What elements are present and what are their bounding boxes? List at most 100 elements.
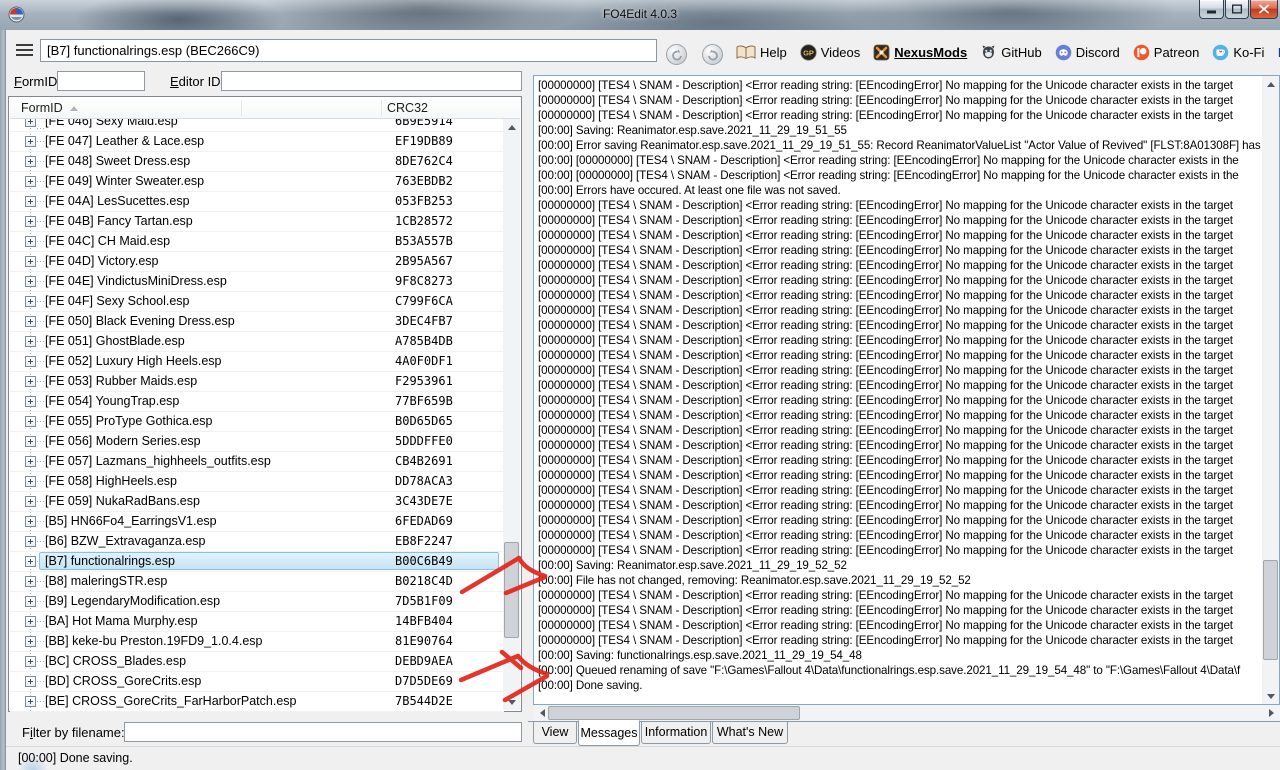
table-row[interactable]: [FE 04E] VindictusMiniDress.esp9F8C8273 bbox=[10, 272, 504, 292]
expand-plus-icon[interactable] bbox=[25, 316, 36, 327]
scroll-up-icon[interactable] bbox=[1262, 76, 1279, 93]
expand-plus-icon[interactable] bbox=[25, 296, 36, 307]
table-row[interactable]: [FE 058] HighHeels.espDD78ACA3 bbox=[10, 472, 504, 492]
expand-plus-icon[interactable] bbox=[25, 336, 36, 347]
expand-plus-icon[interactable] bbox=[25, 676, 36, 687]
filter-by-filename-input[interactable] bbox=[124, 722, 522, 742]
table-row[interactable]: [BA] Hot Mama Murphy.esp14BFB404 bbox=[10, 612, 504, 632]
expand-plus-icon[interactable] bbox=[25, 556, 36, 567]
videos-link[interactable]: GP Videos bbox=[800, 44, 861, 61]
table-row[interactable]: [FE 04B] Fancy Tartan.esp1CB28572 bbox=[10, 212, 504, 232]
table-row[interactable]: [FE 051] GhostBlade.espA785B4DB bbox=[10, 332, 504, 352]
tab-messages[interactable]: Messages bbox=[578, 720, 640, 746]
expand-plus-icon[interactable] bbox=[25, 176, 36, 187]
expand-plus-icon[interactable] bbox=[25, 236, 36, 247]
table-row[interactable]: [FE 04F] Sexy School.espC799F6CA bbox=[10, 292, 504, 312]
expand-plus-icon[interactable] bbox=[25, 196, 36, 207]
expand-plus-icon[interactable] bbox=[25, 536, 36, 547]
expand-plus-icon[interactable] bbox=[25, 696, 36, 707]
scrollbar-thumb[interactable] bbox=[1263, 560, 1278, 660]
minimize-button[interactable] bbox=[1199, 0, 1224, 19]
table-row[interactable]: [BE] CROSS_GoreCrits_FarHarborPatch.esp7… bbox=[10, 692, 504, 712]
expand-plus-icon[interactable] bbox=[25, 356, 36, 367]
table-row[interactable]: [FE 048] Sweet Dress.esp8DE762C4 bbox=[10, 152, 504, 172]
back-button[interactable] bbox=[666, 44, 687, 65]
expand-plus-icon[interactable] bbox=[25, 376, 36, 387]
expand-plus-icon[interactable] bbox=[25, 656, 36, 667]
expand-plus-icon[interactable] bbox=[25, 119, 36, 127]
expand-plus-icon[interactable] bbox=[25, 216, 36, 227]
plugin-name: [FE 058] HighHeels.esp bbox=[45, 472, 177, 491]
table-row[interactable]: [FE 04D] Victory.esp2B95A567 bbox=[10, 252, 504, 272]
expand-plus-icon[interactable] bbox=[25, 436, 36, 447]
expand-plus-icon[interactable] bbox=[25, 596, 36, 607]
expand-plus-icon[interactable] bbox=[25, 616, 36, 627]
messages-log[interactable]: [00000000] [TES4 \ SNAM - Description] <… bbox=[533, 75, 1280, 705]
column-header-formid[interactable]: FormID bbox=[21, 101, 63, 115]
table-row[interactable]: [BD] CROSS_GoreCrits.espD7D5DE69 bbox=[10, 672, 504, 692]
help-link[interactable]: Help bbox=[736, 45, 787, 60]
table-row[interactable]: [B8] maleringSTR.espB0218C4D bbox=[10, 572, 504, 592]
table-row[interactable]: [FE 053] Rubber Maids.espF2953961 bbox=[10, 372, 504, 392]
tree-scrollbar[interactable] bbox=[503, 119, 520, 710]
table-row[interactable]: [FE 055] ProType Gothica.espB0D65D65 bbox=[10, 412, 504, 432]
formid-input[interactable] bbox=[57, 71, 145, 91]
scroll-down-icon[interactable] bbox=[1262, 687, 1279, 704]
table-row[interactable]: [B5] HN66Fo4_EarringsV1.esp6FEDAD69 bbox=[10, 512, 504, 532]
table-row[interactable]: [FE 049] Winter Sweater.esp763EBDB2 bbox=[10, 172, 504, 192]
tab-view[interactable]: View bbox=[533, 722, 577, 744]
table-row[interactable]: [FE 052] Luxury High Heels.esp4A0F0DF1 bbox=[10, 352, 504, 372]
scroll-down-icon[interactable] bbox=[503, 693, 520, 710]
log-lines: [00000000] [TES4 \ SNAM - Description] <… bbox=[538, 78, 1261, 693]
table-row[interactable]: [FE 04A] LesSucettes.esp053FB253 bbox=[10, 192, 504, 212]
table-row[interactable]: [FE 047] Leather & Lace.espEF19DB89 bbox=[10, 132, 504, 152]
scrollbar-thumb[interactable] bbox=[504, 542, 519, 638]
table-row[interactable]: [B9] LegendaryModification.esp7D5B1F09 bbox=[10, 592, 504, 612]
expand-plus-icon[interactable] bbox=[25, 276, 36, 287]
maximize-button[interactable] bbox=[1225, 0, 1249, 19]
editorid-input[interactable] bbox=[221, 71, 522, 91]
expand-plus-icon[interactable] bbox=[25, 156, 36, 167]
tree-header[interactable]: FormID CRC32 bbox=[10, 98, 520, 119]
log-vertical-scrollbar[interactable] bbox=[1262, 76, 1279, 704]
forward-button[interactable] bbox=[702, 44, 723, 65]
github-link[interactable]: GitHub bbox=[980, 44, 1041, 61]
expand-plus-icon[interactable] bbox=[25, 516, 36, 527]
table-row[interactable]: [B7] functionalrings.espB00C6B49 bbox=[10, 552, 504, 572]
expand-plus-icon[interactable] bbox=[25, 576, 36, 587]
table-row[interactable]: [FE 054] YoungTrap.esp77BF659B bbox=[10, 392, 504, 412]
expand-plus-icon[interactable] bbox=[25, 256, 36, 267]
expand-plus-icon[interactable] bbox=[25, 636, 36, 647]
close-button[interactable] bbox=[1250, 0, 1278, 19]
table-row[interactable]: [B6] BZW_Extravaganza.espEB8F2247 bbox=[10, 532, 504, 552]
plugin-crc32: EF19DB89 bbox=[395, 132, 453, 151]
main-menu-icon[interactable] bbox=[16, 44, 33, 58]
table-row[interactable]: [FE 04C] CH Maid.espB53A557B bbox=[10, 232, 504, 252]
table-row[interactable]: [FE 056] Modern Series.esp5DDDFFE0 bbox=[10, 432, 504, 452]
scrollbar-thumb[interactable] bbox=[548, 706, 800, 720]
discord-link[interactable]: Discord bbox=[1055, 44, 1120, 61]
column-header-crc32[interactable]: CRC32 bbox=[387, 101, 428, 115]
plugin-selector-field[interactable]: [B7] functionalrings.esp (BEC266C9) bbox=[40, 39, 657, 62]
expand-plus-icon[interactable] bbox=[25, 496, 36, 507]
expand-plus-icon[interactable] bbox=[25, 456, 36, 467]
expand-plus-icon[interactable] bbox=[25, 476, 36, 487]
table-row[interactable]: [BB] keke-bu Preston.19FD9_1.0.4.esp81E9… bbox=[10, 632, 504, 652]
scroll-right-icon[interactable] bbox=[1262, 705, 1279, 721]
table-row[interactable]: [FE 057] Lazmans_highheels_outfits.espCB… bbox=[10, 452, 504, 472]
expand-plus-icon[interactable] bbox=[25, 416, 36, 427]
expand-plus-icon[interactable] bbox=[25, 136, 36, 147]
nexusmods-link[interactable]: NexusMods bbox=[873, 44, 967, 61]
patreon-link[interactable]: Patreon bbox=[1133, 44, 1200, 61]
log-horizontal-scrollbar[interactable] bbox=[534, 705, 1280, 721]
table-row[interactable]: [FE 046] Sexy Maid.esp6B9E5914 bbox=[10, 119, 504, 132]
scroll-up-icon[interactable] bbox=[503, 119, 520, 136]
kofi-link[interactable]: Ko-Fi bbox=[1212, 44, 1264, 61]
tab-information[interactable]: Information bbox=[641, 722, 711, 744]
tab-whats-new[interactable]: What's New bbox=[712, 722, 788, 744]
plugin-crc32: 1CB28572 bbox=[395, 212, 453, 231]
expand-plus-icon[interactable] bbox=[25, 396, 36, 407]
table-row[interactable]: [BC] CROSS_Blades.espDEBD9AEA bbox=[10, 652, 504, 672]
table-row[interactable]: [FE 050] Black Evening Dress.esp3DEC4FB7 bbox=[10, 312, 504, 332]
table-row[interactable]: [FE 059] NukaRadBans.esp3C43DE7E bbox=[10, 492, 504, 512]
